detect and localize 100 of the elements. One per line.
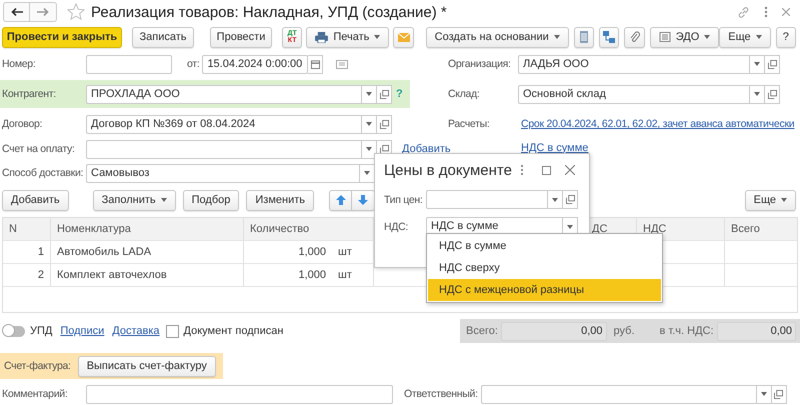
dropdown-button[interactable] — [750, 84, 765, 104]
maximize-icon[interactable] — [542, 166, 551, 174]
caret-icon — [754, 92, 760, 96]
field-label: Номер: — [1, 58, 36, 70]
table-cell: шт — [338, 269, 352, 281]
open-button[interactable] — [563, 190, 578, 209]
field-label: Организация: — [447, 58, 512, 70]
add-button[interactable]: Добавить — [2, 190, 69, 210]
open-window-icon — [380, 90, 388, 98]
move-down-button[interactable] — [352, 190, 376, 210]
edit-button[interactable]: Изменить — [246, 190, 314, 210]
caret-icon — [781, 198, 787, 202]
delivery-method-field[interactable]: Самовывоз — [86, 164, 360, 182]
currency-label: руб. — [614, 325, 635, 337]
caret-icon — [364, 171, 370, 175]
star-icon[interactable] — [67, 3, 85, 21]
move-up-button[interactable] — [329, 190, 352, 210]
checkbox-label: Документ подписан — [184, 325, 284, 337]
counterparty-field[interactable]: ПРОХЛАДА ООО — [86, 84, 362, 104]
open-window-icon — [380, 120, 388, 128]
more-icon[interactable] — [764, 6, 768, 18]
vat-option[interactable]: НДС сверху — [428, 257, 661, 279]
upd-toggle[interactable] — [3, 326, 25, 336]
field-label: Контрагент: — [1, 88, 57, 100]
table-cell-text: 1,000 — [297, 246, 326, 258]
window-title: Реализация товаров: Накладная, УПД (создание) * — [91, 4, 447, 20]
document-icon — [658, 32, 671, 42]
back-button[interactable] — [3, 2, 30, 22]
caret-icon — [760, 392, 767, 396]
dropdown-button[interactable] — [548, 190, 563, 209]
link-icon[interactable] — [737, 6, 750, 18]
close-icon[interactable] — [565, 165, 575, 175]
table-cell: 2 — [3, 264, 51, 286]
date-field[interactable]: 15.04.2024 0:00:00 — [202, 54, 308, 74]
open-button[interactable] — [377, 84, 392, 104]
pick-button[interactable]: Подбор — [182, 190, 240, 210]
field-label: Способ доставки: — [1, 167, 84, 179]
open-window-icon — [768, 60, 776, 68]
table-cell: 1 — [3, 241, 51, 263]
vat-option[interactable]: НДС с межценовой разницы — [428, 279, 661, 301]
caret-icon — [554, 35, 560, 39]
footer-link[interactable]: Подписи — [60, 325, 104, 337]
up-arrow-icon — [336, 195, 346, 205]
open-button[interactable] — [377, 114, 392, 134]
dialog-title: Цены в документе — [384, 162, 512, 178]
vat-total-label: в т.ч. НДС: — [660, 325, 714, 337]
structure-icon — [603, 31, 616, 43]
more-icon[interactable] — [520, 164, 524, 176]
create-based-on-button[interactable]: Создать на основании — [426, 26, 569, 48]
signed-checkbox[interactable] — [166, 324, 179, 338]
warehouse-field[interactable]: Основной склад — [518, 84, 750, 104]
dropdown-button[interactable] — [756, 384, 772, 404]
dropdown-button[interactable] — [362, 140, 377, 158]
structure-button[interactable] — [599, 26, 620, 48]
fill-button[interactable]: Заполнить — [92, 190, 176, 210]
comment-field[interactable] — [86, 384, 393, 404]
add-link[interactable]: Добавить — [402, 143, 451, 155]
settlements-link[interactable]: Срок 20.04.2024, 62.01, 62.02, зачет аванса автоматически — [521, 118, 794, 130]
post-and-close-button[interactable]: Провести и закрыть — [2, 26, 122, 48]
open-button[interactable] — [772, 384, 787, 404]
help-button[interactable]: ? — [776, 26, 796, 48]
open-button[interactable] — [765, 54, 780, 74]
caret-icon — [704, 35, 710, 39]
open-button[interactable] — [765, 84, 780, 104]
caret-icon — [366, 92, 372, 96]
total-field: 0,00 — [500, 322, 607, 340]
dropdown-button[interactable] — [362, 114, 377, 134]
post-button[interactable]: Провести — [210, 26, 272, 48]
dropdown-button[interactable] — [360, 164, 375, 182]
dropdown-button[interactable] — [750, 54, 765, 74]
edo-button[interactable]: ЭДО — [650, 26, 720, 48]
organization-field[interactable]: ЛАДЬЯ ООО — [518, 54, 750, 74]
number-field[interactable] — [86, 54, 172, 74]
field-label: Тип цен: — [384, 194, 424, 206]
column-header: Номенклатура — [51, 218, 244, 240]
caret-icon — [756, 35, 762, 39]
contract-field[interactable]: Договор КП №369 от 08.04.2024 — [86, 114, 362, 134]
calendar-button[interactable] — [308, 54, 324, 74]
caret-icon — [366, 147, 372, 151]
attach-button[interactable] — [624, 26, 645, 48]
print-button[interactable]: Печать — [306, 26, 390, 48]
more-button[interactable]: Еще — [719, 26, 771, 48]
footer-link[interactable]: Доставка — [112, 325, 160, 337]
document-list-button[interactable] — [574, 26, 594, 48]
issue-invoice-button[interactable]: Выписать счет-фактуру — [78, 356, 216, 376]
invoice-for-payment-field[interactable] — [86, 140, 362, 158]
caret-icon — [552, 198, 558, 202]
list-icon[interactable] — [336, 60, 348, 68]
more-button[interactable]: Еще — [744, 190, 796, 210]
table-cell: шт — [338, 246, 352, 258]
save-button[interactable]: Записать — [132, 26, 194, 48]
caret-icon — [754, 62, 760, 66]
envelope-icon — [398, 32, 410, 42]
close-icon[interactable] — [782, 8, 790, 16]
price-type-field[interactable] — [426, 190, 548, 209]
table-cell-text: 1,000 — [297, 269, 326, 281]
caret-icon — [160, 198, 167, 202]
dropdown-button[interactable] — [362, 84, 377, 104]
responsible-field[interactable] — [480, 384, 757, 404]
back-arrow-icon — [10, 8, 22, 16]
